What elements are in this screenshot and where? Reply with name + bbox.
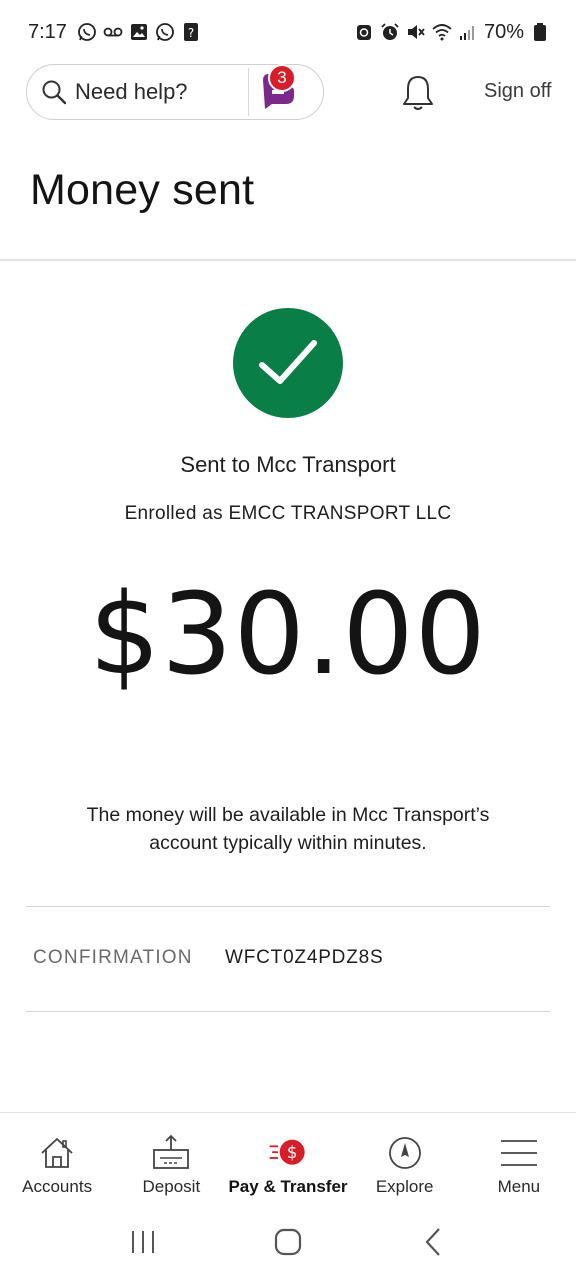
alarm-icon: [380, 22, 400, 42]
signal-icon: [458, 22, 478, 42]
nav-accounts[interactable]: Accounts: [0, 1113, 114, 1204]
whatsapp-icon: [77, 22, 97, 42]
wifi-icon: [432, 22, 452, 42]
system-nav-bar: [0, 1204, 576, 1280]
status-bar: 7:17 ? 70%: [0, 0, 576, 64]
nav-deposit-label: Deposit: [142, 1177, 201, 1196]
confirmation-number: WFCT0Z4PDZ8S: [225, 947, 384, 968]
amount-sent: $30.00: [89, 570, 487, 700]
menu-icon: [499, 1133, 539, 1173]
recent-apps-icon[interactable]: [123, 1222, 163, 1262]
nav-menu[interactable]: Menu: [462, 1113, 576, 1204]
compass-icon: [385, 1133, 425, 1173]
status-time: 7:17: [28, 20, 67, 43]
nav-pay-transfer[interactable]: $ Pay & Transfer: [228, 1113, 348, 1204]
nav-menu-label: Menu: [497, 1177, 541, 1196]
home-icon: [37, 1133, 77, 1173]
pay-transfer-icon: $: [268, 1133, 308, 1173]
nav-deposit[interactable]: Deposit: [114, 1113, 228, 1204]
mute-icon: [406, 22, 426, 42]
deposit-icon: [151, 1133, 191, 1173]
status-right: 70%: [354, 21, 550, 44]
divider-top: [26, 906, 550, 907]
page-title: Money sent: [30, 166, 255, 214]
bottom-nav: Accounts Deposit $ Pay & Transfer Explor…: [0, 1112, 576, 1204]
status-left: 7:17 ?: [28, 21, 201, 44]
svg-text:$: $: [287, 1143, 298, 1162]
assistant-badge: 3: [268, 64, 296, 92]
gallery-icon: [129, 22, 149, 42]
app-header: Need help? 3 Sign off: [0, 64, 576, 122]
availability-line-2: account typically within minutes.: [149, 832, 427, 854]
unknown-app-icon: ?: [181, 22, 201, 42]
notification-bell-icon[interactable]: [401, 74, 435, 112]
availability-line-1: The money will be available in Mcc Trans…: [86, 804, 490, 826]
title-divider: [0, 259, 576, 261]
nav-explore[interactable]: Explore: [348, 1113, 462, 1204]
confirmation-row: CONFIRMATION WFCT0Z4PDZ8S: [33, 947, 383, 969]
svg-text:?: ?: [188, 26, 194, 40]
nav-pay-transfer-label: Pay & Transfer: [228, 1177, 348, 1196]
search-icon: [39, 77, 69, 107]
whatsapp-icon: [155, 22, 175, 42]
search-placeholder: Need help?: [75, 79, 188, 104]
nav-accounts-label: Accounts: [22, 1177, 93, 1196]
battery-percent: 70%: [483, 20, 524, 43]
confirmation-label: CONFIRMATION: [33, 947, 193, 968]
divider-bottom: [26, 1011, 550, 1012]
recipient-text: Sent to Mcc Transport: [180, 452, 396, 477]
sign-off-link[interactable]: Sign off: [484, 80, 551, 103]
success-check-icon: [233, 308, 343, 418]
voicemail-icon: [103, 22, 123, 42]
availability-message: The money will be available in Mcc Trans…: [40, 801, 536, 857]
nav-explore-label: Explore: [375, 1177, 434, 1196]
back-icon[interactable]: [413, 1222, 453, 1262]
recycle-icon: [354, 22, 374, 42]
enrolled-as-text: Enrolled as EMCC TRANSPORT LLC: [124, 503, 452, 524]
home-button-icon[interactable]: [268, 1222, 308, 1262]
battery-icon: [530, 22, 550, 42]
